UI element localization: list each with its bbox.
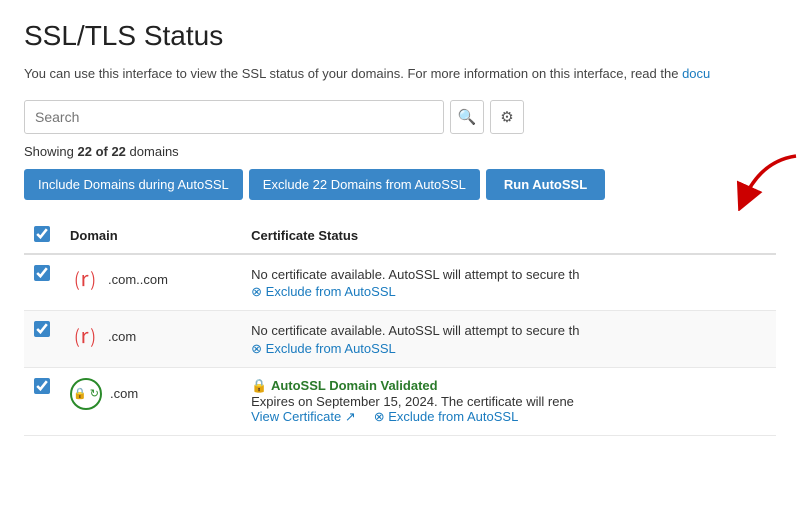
gear-icon: ⚙ — [500, 108, 513, 126]
col-domain-header: Domain — [60, 218, 241, 254]
domain-cell: ⒭ .com..com — [60, 254, 241, 311]
domain-cell: ⒭ .com — [60, 311, 241, 368]
search-bar: 🔍 ⚙ — [24, 100, 776, 134]
row-checkbox[interactable] — [34, 378, 50, 394]
row-checkbox[interactable] — [34, 321, 50, 337]
run-autossl-button[interactable]: Run AutoSSL — [486, 169, 605, 200]
table-row: ⒭ .com No certificate available. AutoSSL w… — [24, 311, 776, 368]
domain-name: .com..com — [108, 272, 168, 287]
row-checkbox-cell — [24, 254, 60, 311]
locked-icon: 🔒 ↻ — [70, 378, 102, 410]
cert-status-cell: No certificate available. AutoSSL will a… — [241, 254, 776, 311]
exclude-autossl-button[interactable]: Exclude 22 Domains from AutoSSL — [249, 169, 480, 200]
table-row: ⒭ .com..com No certificate available. Auto… — [24, 254, 776, 311]
row-checkbox-cell — [24, 311, 60, 368]
arrow-indicator — [726, 151, 800, 211]
action-buttons: Include Domains during AutoSSL Exclude 2… — [24, 169, 776, 200]
domain-name: .com — [108, 329, 136, 344]
cert-no-cert-text: No certificate available. AutoSSL will a… — [251, 265, 766, 285]
exclude-from-autossl-link[interactable]: ⊗ Exclude from AutoSSL — [251, 284, 396, 299]
gear-button[interactable]: ⚙ — [490, 100, 524, 134]
ssl-table: Domain Certificate Status ⒭ .com..com No c… — [24, 218, 776, 436]
cert-status-cell: No certificate available. AutoSSL will a… — [241, 311, 776, 368]
exclude-from-autossl-link[interactable]: ⊗ Exclude from AutoSSL — [251, 341, 396, 356]
cert-no-cert-text: No certificate available. AutoSSL will a… — [251, 321, 766, 341]
domain-name: .com — [110, 386, 138, 401]
cert-expires-text: Expires on September 15, 2024. The certi… — [251, 394, 766, 409]
row-checkbox[interactable] — [34, 265, 50, 281]
table-row: 🔒 ↻ .com 🔒 AutoSSL Domain ValidatedExpires… — [24, 367, 776, 435]
select-all-checkbox[interactable] — [34, 226, 50, 242]
page-title: SSL/TLS Status — [24, 20, 776, 52]
exclude-from-autossl-link[interactable]: ⊗ Exclude from AutoSSL — [374, 409, 519, 425]
page-description: You can use this interface to view the S… — [24, 64, 776, 84]
col-checkbox — [24, 218, 60, 254]
include-autossl-button[interactable]: Include Domains during AutoSSL — [24, 169, 243, 200]
search-button[interactable]: 🔍 — [450, 100, 484, 134]
cert-status-cell: 🔒 AutoSSL Domain ValidatedExpires on Sep… — [241, 367, 776, 435]
search-input[interactable] — [24, 100, 444, 134]
view-cert-link[interactable]: View Certificate ↗ — [251, 409, 356, 425]
col-cert-status-header: Certificate Status — [241, 218, 776, 254]
doc-link[interactable]: docu — [682, 66, 710, 81]
domain-cell: 🔒 ↻ .com — [60, 367, 241, 435]
blocked-icon: ⒭ — [70, 265, 100, 295]
cert-status-label: 🔒 AutoSSL Domain Validated — [251, 378, 766, 394]
blocked-icon: ⒭ — [70, 321, 100, 351]
row-checkbox-cell — [24, 367, 60, 435]
search-icon: 🔍 — [458, 108, 477, 126]
showing-text: Showing 22 of 22 domains — [24, 144, 776, 159]
